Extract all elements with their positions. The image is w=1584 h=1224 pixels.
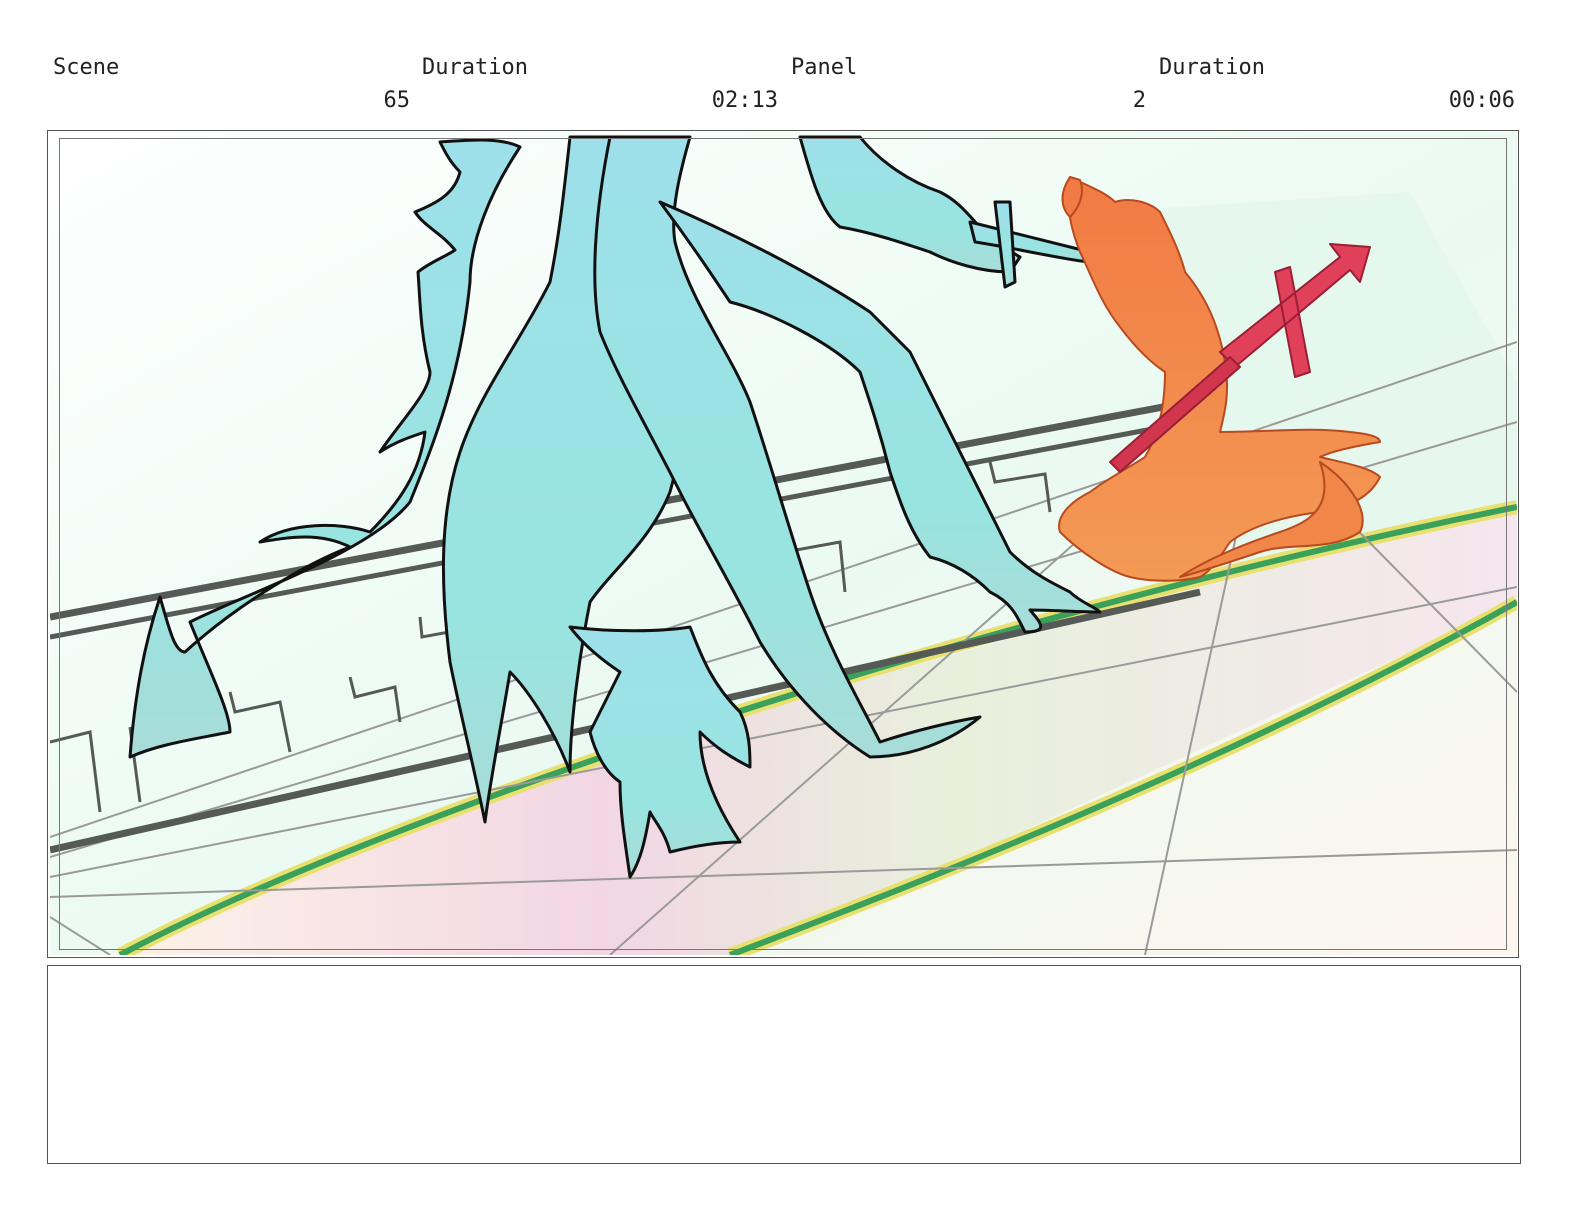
scene-duration: 02:13 <box>711 88 778 113</box>
scene-duration-label: Duration <box>422 55 528 80</box>
panel-notes-box[interactable] <box>47 965 1521 1164</box>
scene-number: 65 <box>383 88 411 113</box>
scene-label: Scene <box>53 55 120 80</box>
panel-duration: 00:06 <box>1448 88 1515 113</box>
panel-number: 2 <box>1132 88 1146 113</box>
panel-label: Panel <box>791 55 858 80</box>
panel-duration-label: Duration <box>1159 55 1265 80</box>
storyboard-artwork <box>50 132 1517 955</box>
